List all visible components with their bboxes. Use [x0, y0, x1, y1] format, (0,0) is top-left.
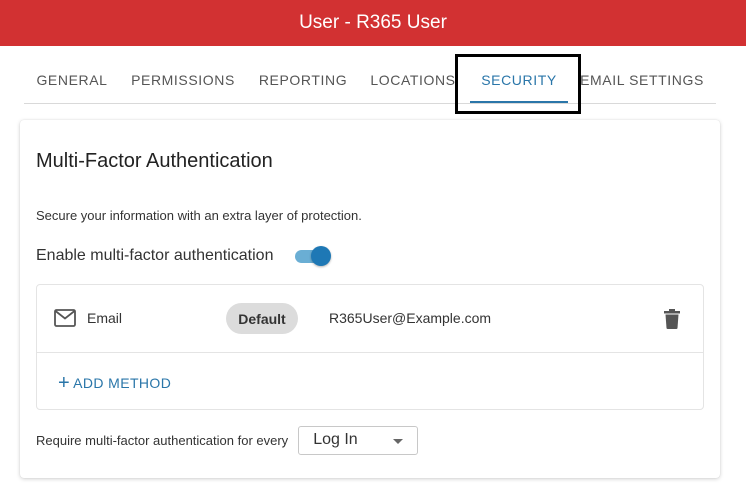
plus-icon: + — [58, 372, 71, 394]
tab-general[interactable]: GENERAL — [26, 56, 118, 103]
app-header: User - R365 User — [0, 0, 746, 46]
mfa-card: Multi-Factor Authentication Secure your … — [20, 120, 720, 478]
tab-email-settings[interactable]: EMAIL SETTINGS — [580, 56, 704, 103]
trash-icon[interactable] — [664, 309, 680, 329]
default-badge: Default — [226, 303, 298, 334]
add-method-button[interactable]: + ADD METHOD — [58, 373, 171, 393]
tab-reporting[interactable]: REPORTING — [258, 56, 348, 103]
select-value: Log In — [313, 431, 358, 448]
security-tab-highlight-box — [455, 54, 581, 114]
mfa-toggle-row: Enable multi-factor authentication — [36, 245, 332, 267]
mfa-description: Secure your information with an extra la… — [36, 208, 362, 223]
method-name: Email — [87, 310, 123, 326]
toggle-thumb — [311, 246, 332, 266]
chevron-down-icon — [393, 438, 404, 444]
method-email-address: R365User@Example.com — [329, 310, 492, 326]
tab-bar: GENERAL PERMISSIONS REPORTING LOCATIONS … — [24, 56, 716, 104]
require-mfa-label: Require multi-factor authentication for … — [36, 432, 289, 448]
page-title: User - R365 User — [299, 12, 447, 33]
mail-icon — [54, 309, 76, 327]
mfa-toggle-switch[interactable] — [293, 245, 332, 267]
mfa-methods-list: Email Default R365User@Example.com + ADD… — [36, 284, 704, 410]
mfa-frequency-select[interactable]: Log In — [298, 425, 419, 455]
mfa-toggle-label: Enable multi-factor authentication — [36, 247, 274, 264]
method-row-email: Email Default R365User@Example.com — [37, 285, 703, 353]
mfa-title: Multi-Factor Authentication — [36, 150, 273, 172]
require-mfa-row: Require multi-factor authentication for … — [36, 425, 419, 455]
tab-permissions[interactable]: PERMISSIONS — [128, 56, 238, 103]
add-method-label: ADD METHOD — [73, 375, 172, 391]
tab-locations[interactable]: LOCATIONS — [368, 56, 458, 103]
